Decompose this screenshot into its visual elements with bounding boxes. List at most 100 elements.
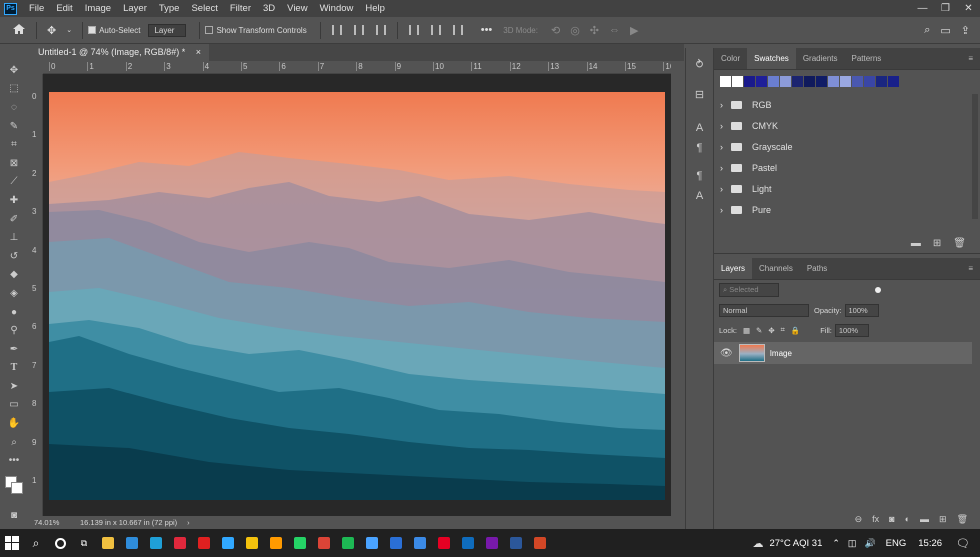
search-icon[interactable]: ⌕ [924,24,930,37]
opacity-input[interactable]: 100% [844,303,879,317]
type-tool-icon[interactable]: T [0,359,28,378]
weather-text[interactable]: 27°C AQI 31 [769,538,822,549]
menu-view[interactable]: View [281,0,313,17]
layer-filter-input[interactable]: ⌕ Selected [719,283,779,297]
character-icon[interactable]: A [686,118,713,138]
tab-gradients[interactable]: Gradients [796,48,845,69]
swatch-group-pastel[interactable]: › Pastel [714,157,980,178]
color-swatch[interactable] [732,76,743,87]
align-middle-icon[interactable] [430,25,441,35]
properties-icon[interactable]: ⊟ [686,84,713,104]
background-color[interactable] [11,482,23,495]
color-swatches-icon[interactable] [0,470,28,506]
color-swatch[interactable] [792,76,803,87]
3d-slide-icon[interactable]: ⇔ [609,24,620,36]
photoshop-icon[interactable] [216,529,240,557]
pen-tool-icon[interactable]: ✒ [0,340,28,359]
weather-icon[interactable]: ☁ [752,537,763,550]
close-button[interactable]: ✕ [957,3,980,14]
color-swatch[interactable] [852,76,863,87]
menu-edit[interactable]: Edit [50,0,78,17]
frame-tool-icon[interactable]: ⊠ [0,154,28,173]
character-styles-icon[interactable]: A [686,186,713,206]
paragraph-styles-icon[interactable]: ¶ [686,166,713,186]
todo-icon[interactable] [408,529,432,557]
color-swatch[interactable] [864,76,875,87]
color-swatch[interactable] [744,76,755,87]
menu-layer[interactable]: Layer [117,0,153,17]
tab-color[interactable]: Color [714,48,747,69]
path-select-tool-icon[interactable]: ➤ [0,377,28,396]
show-transform-checkbox[interactable] [205,26,214,34]
paint-bucket-tool-icon[interactable]: ◈ [0,284,28,303]
healing-brush-tool-icon[interactable]: ✚ [0,191,28,210]
onenote-icon[interactable] [480,529,504,557]
minimize-button[interactable]: — [911,3,934,14]
marquee-tool-icon[interactable]: ⬚ [0,80,28,99]
move-tool-icon[interactable]: ✥ [47,24,56,37]
chevron-right-icon[interactable]: › [720,184,723,194]
volume-icon[interactable]: 🔊 [864,538,875,549]
color-swatch[interactable] [888,76,899,87]
rectangle-tool-icon[interactable]: ▭ [0,396,28,415]
windows-start-icon[interactable] [0,529,24,557]
hand-tool-icon[interactable]: ✋ [0,414,28,433]
menu-help[interactable]: Help [359,0,391,17]
quick-select-tool-icon[interactable]: ✎ [0,117,28,136]
menu-filter[interactable]: Filter [224,0,257,17]
tab-layers[interactable]: Layers [714,258,753,279]
new-swatch-icon[interactable]: ⊞ [933,238,941,249]
fx-icon[interactable]: fx [872,514,879,525]
whatsapp-icon[interactable] [288,529,312,557]
spotify-icon[interactable] [336,529,360,557]
new-group-icon[interactable]: ▬ [911,238,921,249]
fill-input[interactable]: 100% [834,323,869,337]
menu-3d[interactable]: 3D [257,0,281,17]
trash-icon[interactable]: 🗑 [957,514,968,525]
color-swatch[interactable] [828,76,839,87]
3d-roll-icon[interactable]: ◎ [570,24,580,37]
swatch-group-rgb[interactable]: › RGB [714,94,980,115]
word-icon[interactable] [504,529,528,557]
link-icon[interactable]: ⊖ [855,514,863,525]
blur-tool-icon[interactable]: ● [0,303,28,322]
blend-mode-select[interactable]: Normal [719,303,809,317]
swatch-group-pure[interactable]: › Pure [714,199,980,220]
acrobat-icon[interactable] [192,529,216,557]
chrome-icon[interactable] [240,529,264,557]
folder-icon[interactable]: ▬ [920,514,929,525]
color-swatch[interactable] [840,76,851,87]
chevron-right-icon[interactable]: › [720,142,723,152]
lock-position-icon[interactable]: ✥ [768,326,774,335]
swatch-group-grayscale[interactable]: › Grayscale [714,136,980,157]
maximize-button[interactable]: ❐ [934,3,957,14]
lock-all-icon[interactable]: 🔒 [791,326,800,335]
document-canvas[interactable] [49,92,665,500]
align-top-icon[interactable] [408,25,419,35]
zoom-tool-icon[interactable]: ⌕ [0,433,28,452]
3d-drag-icon[interactable]: ✣ [590,24,599,37]
mail-icon[interactable] [120,529,144,557]
document-tab[interactable]: Untitled-1 @ 74% (Image, RGB/8#) * × [30,44,209,61]
tab-patterns[interactable]: Patterns [845,48,889,69]
swatches-scrollbar[interactable] [972,94,978,219]
layer-name[interactable]: Image [770,349,792,358]
adjustment-icon[interactable]: ◐ [905,514,910,525]
menu-image[interactable]: Image [79,0,117,17]
swatch-group-light[interactable]: › Light [714,178,980,199]
clone-stamp-tool-icon[interactable]: ⊥ [0,228,28,247]
menu-file[interactable]: File [23,0,50,17]
brush-tool-icon[interactable]: ✐ [0,210,28,229]
layer-dropdown[interactable]: Layer [148,23,187,37]
color-swatch[interactable] [804,76,815,87]
mask-icon[interactable]: ◙ [889,514,894,525]
align-left-icon[interactable] [331,25,342,35]
align-bottom-icon[interactable] [452,25,463,35]
3d-camera-icon[interactable]: ▶ [630,24,638,37]
lock-pixels-icon[interactable]: ▦ [743,326,750,335]
edge-icon[interactable] [144,529,168,557]
tab-swatches[interactable]: Swatches [747,48,796,69]
align-right-icon[interactable] [375,25,386,35]
more-options-button[interactable]: ••• [481,24,493,36]
crop-tool-icon[interactable]: ⌗ [0,135,28,154]
